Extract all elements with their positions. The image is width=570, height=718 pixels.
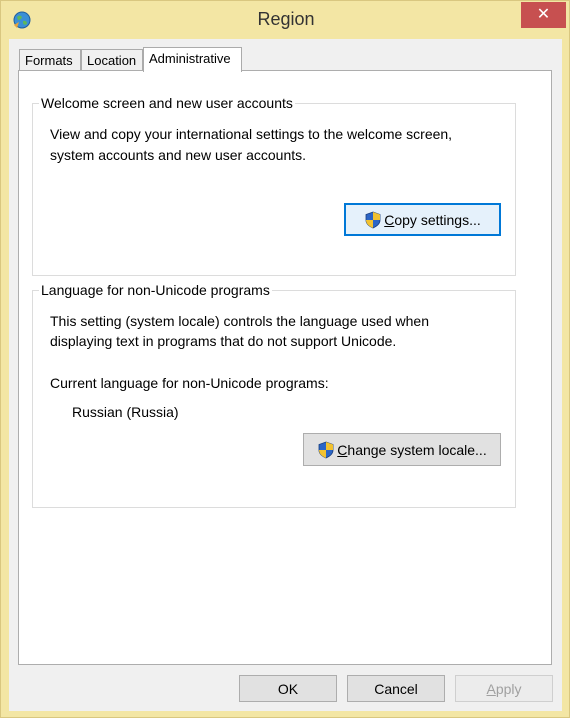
- non-unicode-language-group: Language for non-Unicode programs This s…: [32, 281, 516, 508]
- locale-description-line1: This setting (system locale) controls th…: [50, 313, 429, 329]
- title-bar[interactable]: Region ✕: [1, 1, 570, 39]
- cancel-label: Cancel: [374, 680, 418, 697]
- close-icon: ✕: [536, 6, 551, 23]
- tab-formats[interactable]: Formats: [19, 49, 81, 71]
- group-title: Language for non-Unicode programs: [39, 281, 272, 299]
- uac-shield-icon: [365, 211, 381, 228]
- welcome-description-line1: View and copy your international setting…: [50, 126, 453, 142]
- apply-button[interactable]: Apply: [455, 675, 553, 702]
- tab-label: Location: [87, 53, 137, 68]
- ok-label: OK: [277, 680, 299, 697]
- uac-shield-icon: [318, 441, 334, 458]
- welcome-screen-group: Welcome screen and new user accounts Vie…: [32, 94, 516, 276]
- copy-settings-mnemonic: C: [384, 211, 395, 228]
- change-system-locale-button[interactable]: Change system locale...: [303, 433, 501, 466]
- group-title: Welcome screen and new user accounts: [39, 94, 295, 112]
- tab-location[interactable]: Location: [81, 49, 143, 71]
- ok-button[interactable]: OK: [239, 675, 337, 702]
- change-locale-label: hange system locale...: [347, 441, 487, 458]
- change-locale-mnemonic: C: [337, 441, 348, 458]
- apply-label: pply: [495, 680, 522, 697]
- dialog-client-area: Formats Location Administrative Welcome …: [9, 39, 562, 711]
- locale-description-line2: displaying text in programs that do not …: [50, 333, 397, 349]
- apply-mnemonic: A: [486, 680, 496, 697]
- cancel-button[interactable]: Cancel: [347, 675, 445, 702]
- current-language-label: Current language for non-Unicode program…: [50, 375, 329, 391]
- tab-label: Administrative: [149, 51, 231, 66]
- tab-label: Formats: [25, 53, 73, 68]
- tab-administrative[interactable]: Administrative: [143, 47, 242, 72]
- close-button[interactable]: ✕: [521, 2, 566, 28]
- welcome-description-line2: system accounts and new user accounts.: [50, 147, 307, 163]
- window-title: Region: [257, 9, 315, 29]
- copy-settings-button[interactable]: Copy settings...: [344, 203, 501, 236]
- administrative-tab-page: Welcome screen and new user accounts Vie…: [18, 70, 552, 665]
- copy-settings-label: opy settings...: [394, 211, 481, 228]
- current-language-value: Russian (Russia): [72, 404, 179, 420]
- region-dialog: Region ✕ Formats Location Administrative…: [0, 0, 570, 718]
